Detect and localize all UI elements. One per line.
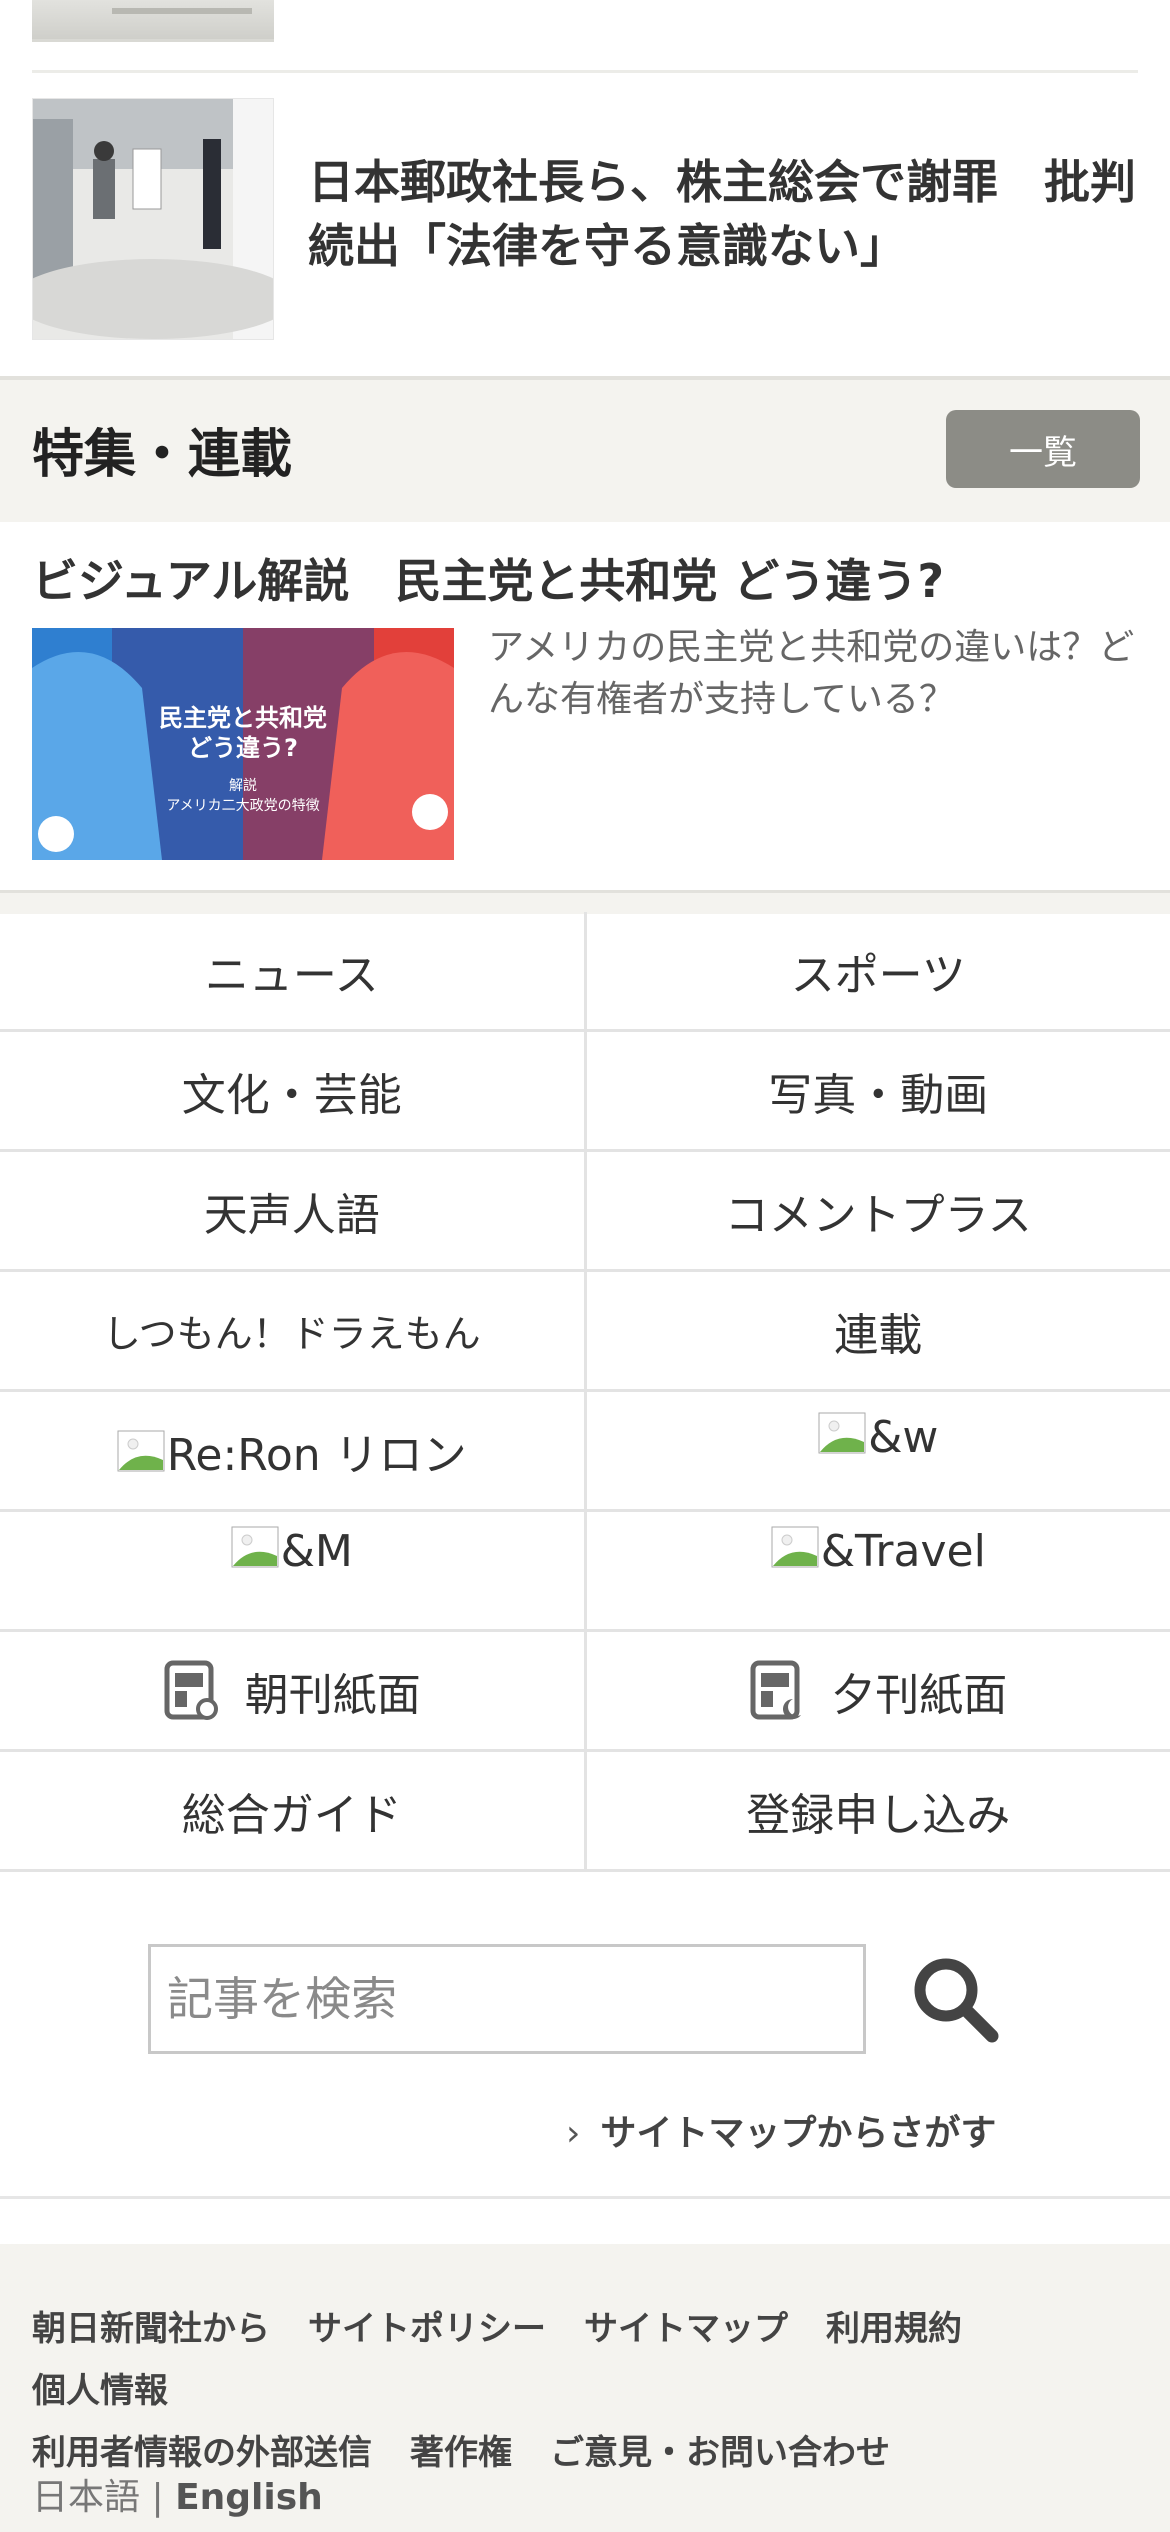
nav-photo-video[interactable]: 写真・動画 — [587, 1032, 1170, 1149]
broken-image-icon — [771, 1526, 819, 1568]
svg-text:アメリカ二大政党の特徴: アメリカ二大政党の特徴 — [166, 798, 319, 814]
nav-reron[interactable]: Re:Ron リロン — [0, 1392, 587, 1509]
nav-news[interactable]: ニュース — [0, 912, 587, 1029]
nav-and-w[interactable]: &w — [587, 1392, 1170, 1509]
search-input[interactable] — [148, 1944, 866, 2054]
nav-tensei-jingo[interactable]: 天声人語 — [0, 1152, 587, 1269]
nav-and-m[interactable]: &M — [0, 1512, 587, 1629]
nav-row: 朝刊紙面 夕刊紙面 — [0, 1632, 1170, 1752]
nav-row: &M &Travel — [0, 1512, 1170, 1632]
section-title: 特集・連載 — [32, 425, 293, 485]
footer-link[interactable]: サイトマップ — [584, 2309, 788, 2349]
feature-image[interactable]: 民主党と共和党 どう違う? 解説 アメリカ二大政党の特徴 — [32, 628, 454, 860]
svg-text:民主党と共和党: 民主党と共和党 — [159, 704, 327, 732]
nav-grid: ニュース スポーツ 文化・芸能 写真・動画 天声人語 コメントプラス しつもん！… — [0, 912, 1170, 1872]
footer-links: 朝日新聞社から サイトポリシー サイトマップ 利用規約個人情報利用者情報の外部送信 著作… — [32, 2298, 1152, 2484]
broken-image-icon — [818, 1412, 866, 1454]
language-switcher: 日本語 | English — [32, 2468, 323, 2520]
evening-paper-icon — [749, 1659, 807, 1723]
footer-link[interactable]: 著作権 — [410, 2433, 512, 2473]
nav-row: しつもん！ドラえもん 連載 — [0, 1272, 1170, 1392]
feature-title[interactable]: ビジュアル解説 民主党と共和党 どう違う? — [32, 545, 944, 611]
nav-row: 天声人語 コメントプラス — [0, 1152, 1170, 1272]
article-thumbnail[interactable] — [32, 98, 274, 340]
search-button[interactable] — [908, 1952, 1002, 2046]
nav-and-travel[interactable]: &Travel — [587, 1512, 1170, 1629]
nav-evening-paper[interactable]: 夕刊紙面 — [587, 1632, 1170, 1749]
nav-series[interactable]: 連載 — [587, 1272, 1170, 1389]
lang-english[interactable]: English — [175, 2477, 323, 2518]
nav-row: Re:Ron リロン &w — [0, 1392, 1170, 1512]
broken-image-icon — [231, 1526, 279, 1568]
search-icon — [908, 1958, 1002, 2050]
chevron-right-icon: › — [566, 2113, 581, 2154]
svg-text:解説: 解説 — [229, 778, 257, 794]
lang-separator: | — [151, 2477, 164, 2518]
section-divider — [0, 890, 1170, 914]
article-divider — [32, 70, 1138, 73]
nav-guide[interactable]: 総合ガイド — [0, 1752, 587, 1869]
feature-description: アメリカの民主党と共和党の違いは？どんな有権者が支持している？ — [488, 627, 1135, 720]
footer-link[interactable]: ご意見・お問い合わせ — [550, 2433, 890, 2473]
nav-culture[interactable]: 文化・芸能 — [0, 1032, 587, 1149]
footer-link[interactable]: 利用者情報の外部送信 — [32, 2433, 372, 2473]
previous-article-thumbnail[interactable] — [32, 0, 274, 42]
footer-link[interactable]: サイトポリシー — [308, 2309, 546, 2349]
broken-image-icon — [117, 1430, 165, 1472]
footer-link[interactable]: 朝日新聞社から — [32, 2309, 270, 2349]
nav-doraemon[interactable]: しつもん！ドラえもん — [0, 1272, 587, 1389]
nav-row: ニュース スポーツ — [0, 912, 1170, 1032]
nav-register[interactable]: 登録申し込み — [587, 1752, 1170, 1869]
nav-row: 総合ガイド 登録申し込み — [0, 1752, 1170, 1872]
list-button[interactable]: 一覧 — [946, 410, 1140, 488]
footer-divider — [0, 2196, 1170, 2199]
nav-comment-plus[interactable]: コメントプラス — [587, 1152, 1170, 1269]
nav-sports[interactable]: スポーツ — [587, 912, 1170, 1029]
footer-link[interactable]: 個人情報 — [32, 2371, 168, 2411]
nav-row: 文化・芸能 写真・動画 — [0, 1032, 1170, 1152]
nav-morning-paper[interactable]: 朝刊紙面 — [0, 1632, 587, 1749]
lang-japanese[interactable]: 日本語 — [32, 2477, 140, 2518]
footer-link[interactable]: 利用規約 — [826, 2309, 962, 2349]
sitemap-link[interactable]: › サイトマップからさがす — [566, 2104, 996, 2156]
article-title[interactable]: 日本郵政社長ら、株主総会で謝罪 批判続出「法律を守る意識ない」 — [308, 150, 1138, 278]
svg-text:どう違う?: どう違う? — [188, 734, 298, 762]
morning-paper-icon — [163, 1659, 221, 1723]
